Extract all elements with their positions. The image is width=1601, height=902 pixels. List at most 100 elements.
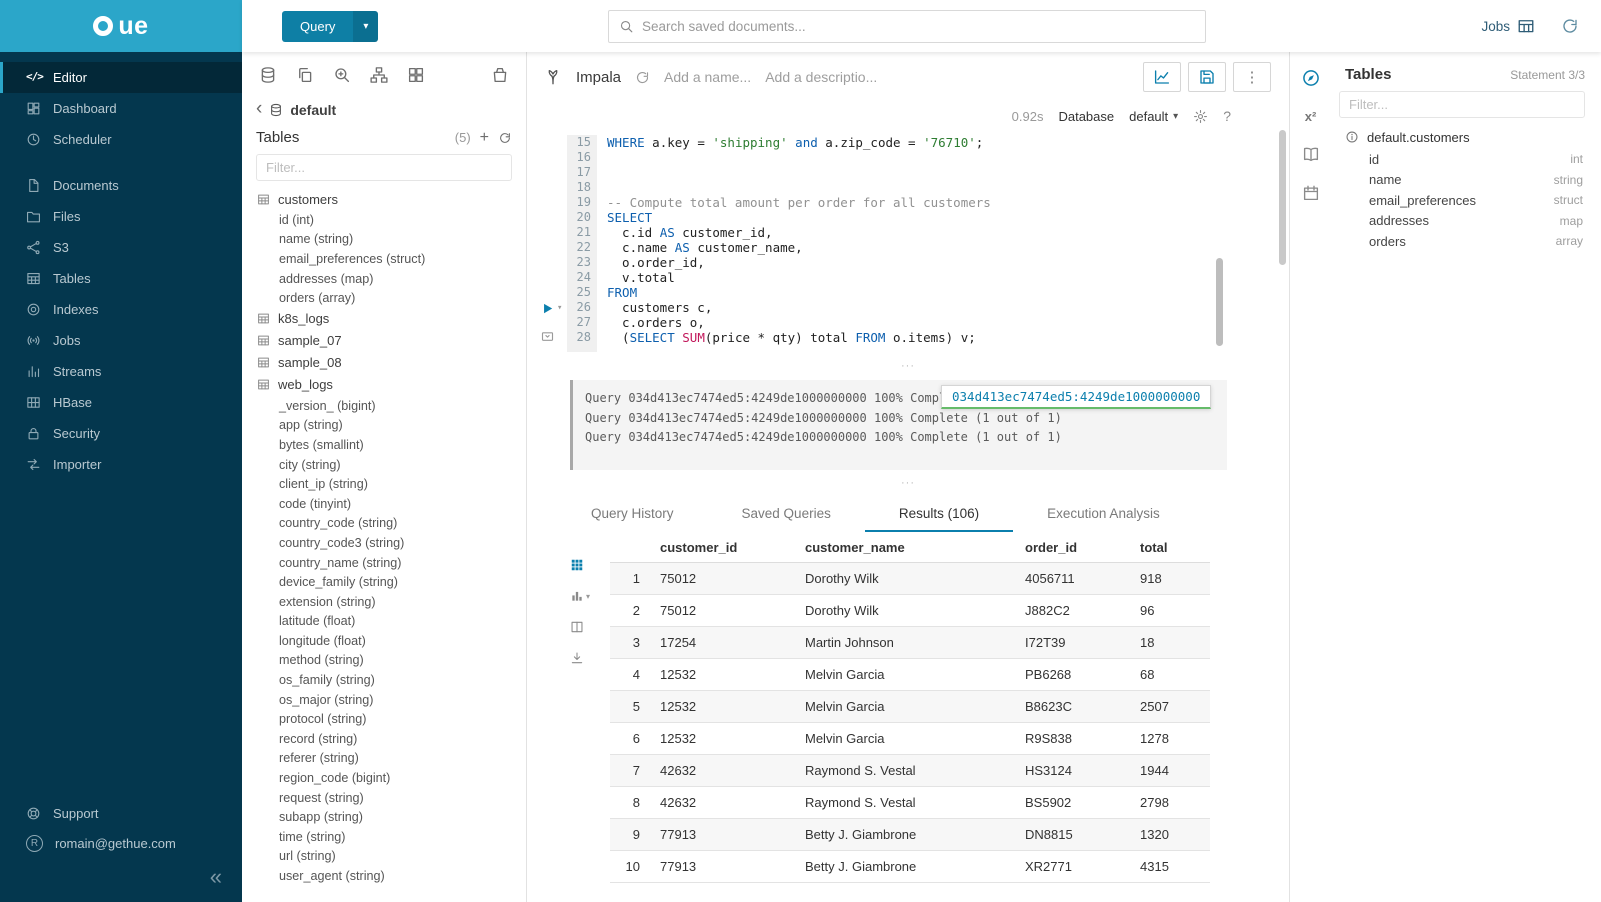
assist-column[interactable]: extension (string) (257, 592, 526, 612)
column-header-order-id[interactable]: order_id (1015, 532, 1130, 563)
assist-table-sample-08[interactable]: sample_08 (257, 352, 526, 374)
sidebar-item-support[interactable]: Support (0, 798, 242, 828)
assist-column[interactable]: email_preferences (struct) (257, 249, 526, 269)
jobs-link[interactable]: Jobs (1481, 17, 1535, 35)
assist-column[interactable]: method (string) (257, 651, 526, 671)
query-history-icon[interactable] (635, 70, 650, 85)
assist-column[interactable]: bytes (smallint) (257, 435, 526, 455)
table-row[interactable]: 977913Betty J. GiambroneDN88151320 (610, 819, 1210, 851)
assist-column[interactable]: code (tinyint) (257, 494, 526, 514)
workflow-assist-icon[interactable] (370, 66, 388, 84)
database-selector[interactable]: default ▾ (1129, 109, 1178, 124)
tab-query-history[interactable]: Query History (557, 506, 708, 532)
active-table-row[interactable]: default.customers (1339, 125, 1585, 149)
query-description-field[interactable]: Add a descriptio... (765, 69, 877, 85)
hue-logo[interactable]: ue (0, 0, 242, 52)
assist-column[interactable]: region_code (bigint) (257, 768, 526, 788)
assist-column[interactable]: id (int) (257, 210, 526, 230)
code-scrollbar[interactable] (1216, 258, 1223, 346)
format-options-icon[interactable] (540, 329, 555, 344)
right-panel-column-addresses[interactable]: addressesmap (1339, 211, 1585, 232)
resize-handle[interactable]: ··· (527, 352, 1289, 380)
collapse-sidebar-icon[interactable]: « (210, 866, 222, 888)
documents-assist-icon[interactable] (296, 66, 314, 84)
assist-column[interactable]: latitude (float) (257, 612, 526, 632)
sidebar-item-hbase[interactable]: HBase (0, 387, 242, 418)
table-row[interactable]: 412532Melvin GarciaPB626868 (610, 659, 1210, 691)
assist-column[interactable]: app (string) (257, 416, 526, 436)
assist-column[interactable]: request (string) (257, 788, 526, 808)
assist-column[interactable]: protocol (string) (257, 709, 526, 729)
assist-column[interactable]: subapp (string) (257, 807, 526, 827)
grid-view-icon[interactable] (570, 558, 584, 572)
assist-column[interactable]: country_code3 (string) (257, 533, 526, 553)
sidebar-item-user[interactable]: R romain@gethue.com (0, 828, 242, 858)
assist-column[interactable]: record (string) (257, 729, 526, 749)
table-row[interactable]: 275012Dorothy WilkJ882C296 (610, 595, 1210, 627)
right-panel-filter-input[interactable] (1339, 91, 1585, 118)
right-panel-column-id[interactable]: idint (1339, 149, 1585, 170)
tab-execution-analysis[interactable]: Execution Analysis (1013, 506, 1194, 532)
editor-assistant-icon[interactable] (1301, 68, 1321, 88)
assist-column[interactable]: client_ip (string) (257, 474, 526, 494)
history-icon[interactable] (1561, 17, 1579, 35)
sidebar-item-files[interactable]: Files (0, 201, 242, 232)
add-table-icon[interactable]: + (480, 130, 489, 146)
sql-code[interactable]: WHERE a.key = 'shipping' and a.zip_code … (597, 135, 1289, 352)
sidebar-item-importer[interactable]: Importer (0, 449, 242, 480)
download-icon[interactable] (570, 651, 584, 665)
assist-table-customers[interactable]: customers (257, 188, 526, 210)
assist-column[interactable]: user_agent (string) (257, 866, 526, 886)
column-header-total[interactable]: total (1130, 532, 1210, 563)
assist-column[interactable]: os_family (string) (257, 670, 526, 690)
sidebar-item-s3[interactable]: S3 (0, 232, 242, 263)
assist-column[interactable]: country_name (string) (257, 553, 526, 573)
sidebar-item-documents[interactable]: Documents (0, 170, 242, 201)
help-icon[interactable]: ? (1223, 108, 1231, 124)
table-row[interactable]: 612532Melvin GarciaR9S8381278 (610, 723, 1210, 755)
info-icon[interactable] (1345, 130, 1359, 144)
breadcrumb-back-icon[interactable]: ‹ (256, 99, 262, 118)
sidebar-item-streams[interactable]: Streams (0, 356, 242, 387)
save-button[interactable] (1188, 62, 1226, 92)
right-panel-column-orders[interactable]: ordersarray (1339, 231, 1585, 252)
query-name-field[interactable]: Add a name... (664, 69, 751, 85)
assist-column[interactable]: device_family (string) (257, 572, 526, 592)
apps-assist-icon[interactable] (407, 66, 425, 84)
table-row[interactable]: 1077913Betty J. GiambroneXR27714315 (610, 851, 1210, 883)
panel-scrollbar[interactable] (1279, 130, 1286, 265)
table-row[interactable]: 842632Raymond S. VestalBS59022798 (610, 787, 1210, 819)
assist-column[interactable]: orders (array) (257, 288, 526, 308)
assist-column[interactable]: country_code (string) (257, 514, 526, 534)
functions-icon[interactable]: x² (1305, 109, 1317, 124)
query-dropdown-button[interactable]: ▾ (353, 11, 378, 42)
sidebar-item-indexes[interactable]: Indexes (0, 294, 242, 325)
tab-saved-queries[interactable]: Saved Queries (708, 506, 865, 532)
columns-view-icon[interactable] (570, 620, 584, 634)
assist-table-k8s-logs[interactable]: k8s_logs (257, 308, 526, 330)
assist-column[interactable]: addresses (map) (257, 269, 526, 289)
assist-filter-input[interactable] (256, 154, 512, 181)
assist-column[interactable]: referer (string) (257, 749, 526, 769)
refresh-icon[interactable] (498, 131, 512, 145)
table-row[interactable]: 317254Martin JohnsonI72T3918 (610, 627, 1210, 659)
sidebar-item-tables[interactable]: Tables (0, 263, 242, 294)
sql-assist-icon[interactable] (259, 66, 277, 84)
assist-table-sample-07[interactable]: sample_07 (257, 330, 526, 352)
table-row[interactable]: 742632Raymond S. VestalHS31241944 (610, 755, 1210, 787)
sidebar-item-editor[interactable]: </>Editor (0, 62, 242, 93)
assist-column[interactable]: city (string) (257, 455, 526, 475)
column-header-customer-name[interactable]: customer_name (795, 532, 1015, 563)
resize-handle[interactable]: ··· (527, 470, 1289, 496)
assist-column[interactable]: url (string) (257, 847, 526, 867)
table-row[interactable]: 175012Dorothy Wilk4056711918 (610, 563, 1210, 595)
assist-column[interactable]: longitude (float) (257, 631, 526, 651)
breadcrumb-database[interactable]: default (290, 102, 336, 118)
query-button[interactable]: Query (282, 11, 353, 42)
column-header-customer-id[interactable]: customer_id (650, 532, 795, 563)
code-editor[interactable]: ▾ 1516171819202122232425262728 WHERE a.k… (527, 130, 1289, 352)
search-input[interactable] (642, 19, 1195, 34)
zoom-assist-icon[interactable] (333, 66, 351, 84)
language-reference-icon[interactable] (1302, 145, 1320, 163)
chart-button[interactable] (1143, 62, 1181, 92)
